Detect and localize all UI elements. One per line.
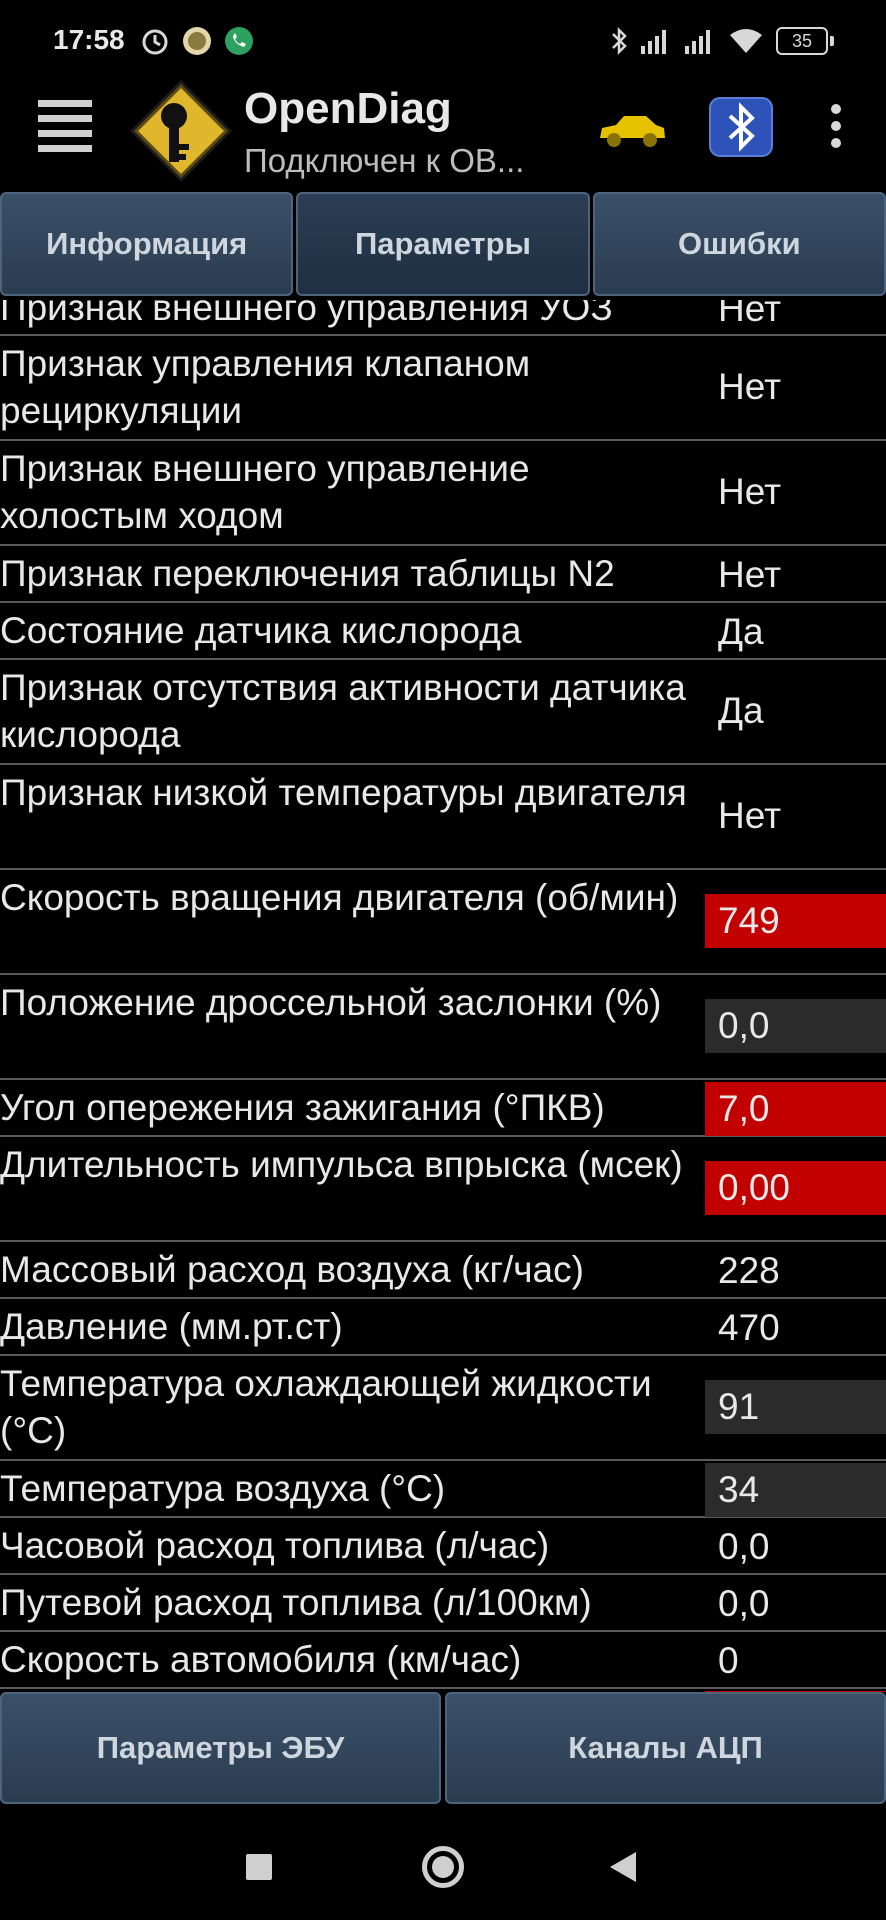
tab-information[interactable]: Информация xyxy=(0,192,294,296)
param-row: Массовый расход воздуха (кг/час) 228 xyxy=(0,1242,886,1299)
param-row: Температура воздуха (°С) 34 xyxy=(0,1461,886,1518)
ecu-parameters-button[interactable]: Параметры ЭБУ xyxy=(0,1692,441,1804)
param-row: Давление (мм.рт.ст) 470 xyxy=(0,1299,886,1356)
param-row: Часовой расход топлива (л/час) 0,0 xyxy=(0,1518,886,1575)
param-name: Часовой расход топлива (л/час) xyxy=(0,1525,550,1566)
param-value: 749 xyxy=(718,900,780,941)
param-value: Нет xyxy=(718,795,782,836)
recent-apps-icon[interactable] xyxy=(246,1854,272,1880)
back-icon[interactable] xyxy=(610,1852,636,1882)
more-options-icon[interactable] xyxy=(826,104,846,156)
param-name: Путевой расход топлива (л/100км) xyxy=(0,1582,592,1623)
param-name: Массовый расход воздуха (кг/час) xyxy=(0,1249,584,1290)
battery-icon: 35 xyxy=(776,24,834,58)
param-name: Скорость вращения двигателя (об/мин) xyxy=(0,877,679,918)
menu-icon[interactable] xyxy=(38,100,92,156)
param-value: Да xyxy=(718,690,764,731)
param-name: Признак низкой температуры двигателя xyxy=(0,772,687,813)
param-value: Нет xyxy=(718,471,782,512)
alarm-icon xyxy=(140,24,170,58)
tab-bar: Информация Параметры Ошибки xyxy=(0,192,886,300)
param-name: Признак управления клапаном рециркуляции xyxy=(0,343,531,431)
rocket-app-icon xyxy=(180,24,214,58)
param-row: Признак внешнего управления УОЗ Нет xyxy=(0,300,886,336)
param-value: Нет xyxy=(718,366,782,407)
param-name: Признак переключения таблицы N2 xyxy=(0,553,615,594)
param-value: 0,0 xyxy=(718,1526,770,1567)
param-value: Да xyxy=(718,611,764,652)
param-name: Признак внешнего управления УОЗ xyxy=(0,300,613,328)
param-name: Угол опережения зажигания (°ПКВ) xyxy=(0,1087,605,1128)
param-name: Признак внешнего управление холостым ход… xyxy=(0,448,530,536)
param-value: 91 xyxy=(718,1386,760,1427)
param-value: 0,0 xyxy=(718,1583,770,1624)
param-row: Признак внешнего управление холостым ход… xyxy=(0,441,886,546)
param-value: 0,0 xyxy=(718,1005,770,1046)
param-row: Положение дроссельной заслонки (%) 0,0 xyxy=(0,975,886,1080)
param-name: Давление (мм.рт.ст) xyxy=(0,1306,343,1347)
app-logo xyxy=(126,76,236,186)
status-time: 17:58 xyxy=(53,24,125,55)
param-value: 0,00 xyxy=(718,1167,791,1208)
param-name: Длительность импульса впрыска (мсек) xyxy=(0,1144,683,1185)
tab-parameters[interactable]: Параметры xyxy=(296,192,590,296)
param-row: Угол опережения зажигания (°ПКВ) 7,0 xyxy=(0,1080,886,1137)
param-value: 7,0 xyxy=(718,1088,770,1129)
param-name: Температура воздуха (°С) xyxy=(0,1468,446,1509)
param-value: 228 xyxy=(718,1250,780,1291)
param-value: Нет xyxy=(718,554,782,595)
param-row: Признак низкой температуры двигателя Нет xyxy=(0,765,886,870)
signal-icon xyxy=(682,24,716,58)
param-value: 470 xyxy=(718,1307,780,1348)
param-row: Признак отсутствия активности датчика ки… xyxy=(0,660,886,765)
param-value: 34 xyxy=(718,1469,760,1510)
param-row: Скорость вращения двигателя (об/мин) 749 xyxy=(0,870,886,975)
battery-level: 35 xyxy=(776,27,829,55)
param-row: Состояние датчика кислорода Да xyxy=(0,603,886,660)
adc-channels-button[interactable]: Каналы АЦП xyxy=(445,1692,886,1804)
car-icon[interactable] xyxy=(596,108,668,150)
param-name: Температура охлаждающей жидкости (°С) xyxy=(0,1363,652,1451)
param-name: Признак отсутствия активности датчика ки… xyxy=(0,667,686,755)
param-row: Признак управления клапаном рециркуляции… xyxy=(0,336,886,441)
bottom-button-bar: Параметры ЭБУ Каналы АЦП xyxy=(0,1692,886,1814)
phone-call-icon xyxy=(222,24,256,58)
home-icon[interactable] xyxy=(422,1846,464,1888)
tab-errors[interactable]: Ошибки xyxy=(592,192,886,296)
app-title: OpenDiag xyxy=(244,84,452,133)
bluetooth-connection-icon[interactable] xyxy=(708,96,774,158)
param-row: Скорость автомобиля (км/час) 0 xyxy=(0,1632,886,1689)
param-row: Путевой расход топлива (л/100км) 0,0 xyxy=(0,1575,886,1632)
param-row: Признак переключения таблицы N2 Нет xyxy=(0,546,886,603)
param-name: Положение дроссельной заслонки (%) xyxy=(0,982,662,1023)
signal-icon xyxy=(638,24,672,58)
param-row: Температура охлаждающей жидкости (°С) 91 xyxy=(0,1356,886,1461)
param-value: Нет xyxy=(718,300,782,329)
parameter-list[interactable]: Признак внешнего управления УОЗ Нет Приз… xyxy=(0,300,886,1692)
connection-status: Подключен к ОВ... xyxy=(244,142,525,179)
param-value: 0 xyxy=(718,1640,739,1681)
bluetooth-icon xyxy=(608,24,630,58)
param-row: Длительность импульса впрыска (мсек) 0,0… xyxy=(0,1137,886,1242)
param-name: Состояние датчика кислорода xyxy=(0,610,522,651)
wifi-icon xyxy=(728,24,764,58)
param-name: Скорость автомобиля (км/час) xyxy=(0,1639,522,1680)
status-bar: 17:58 35 xyxy=(0,0,886,82)
